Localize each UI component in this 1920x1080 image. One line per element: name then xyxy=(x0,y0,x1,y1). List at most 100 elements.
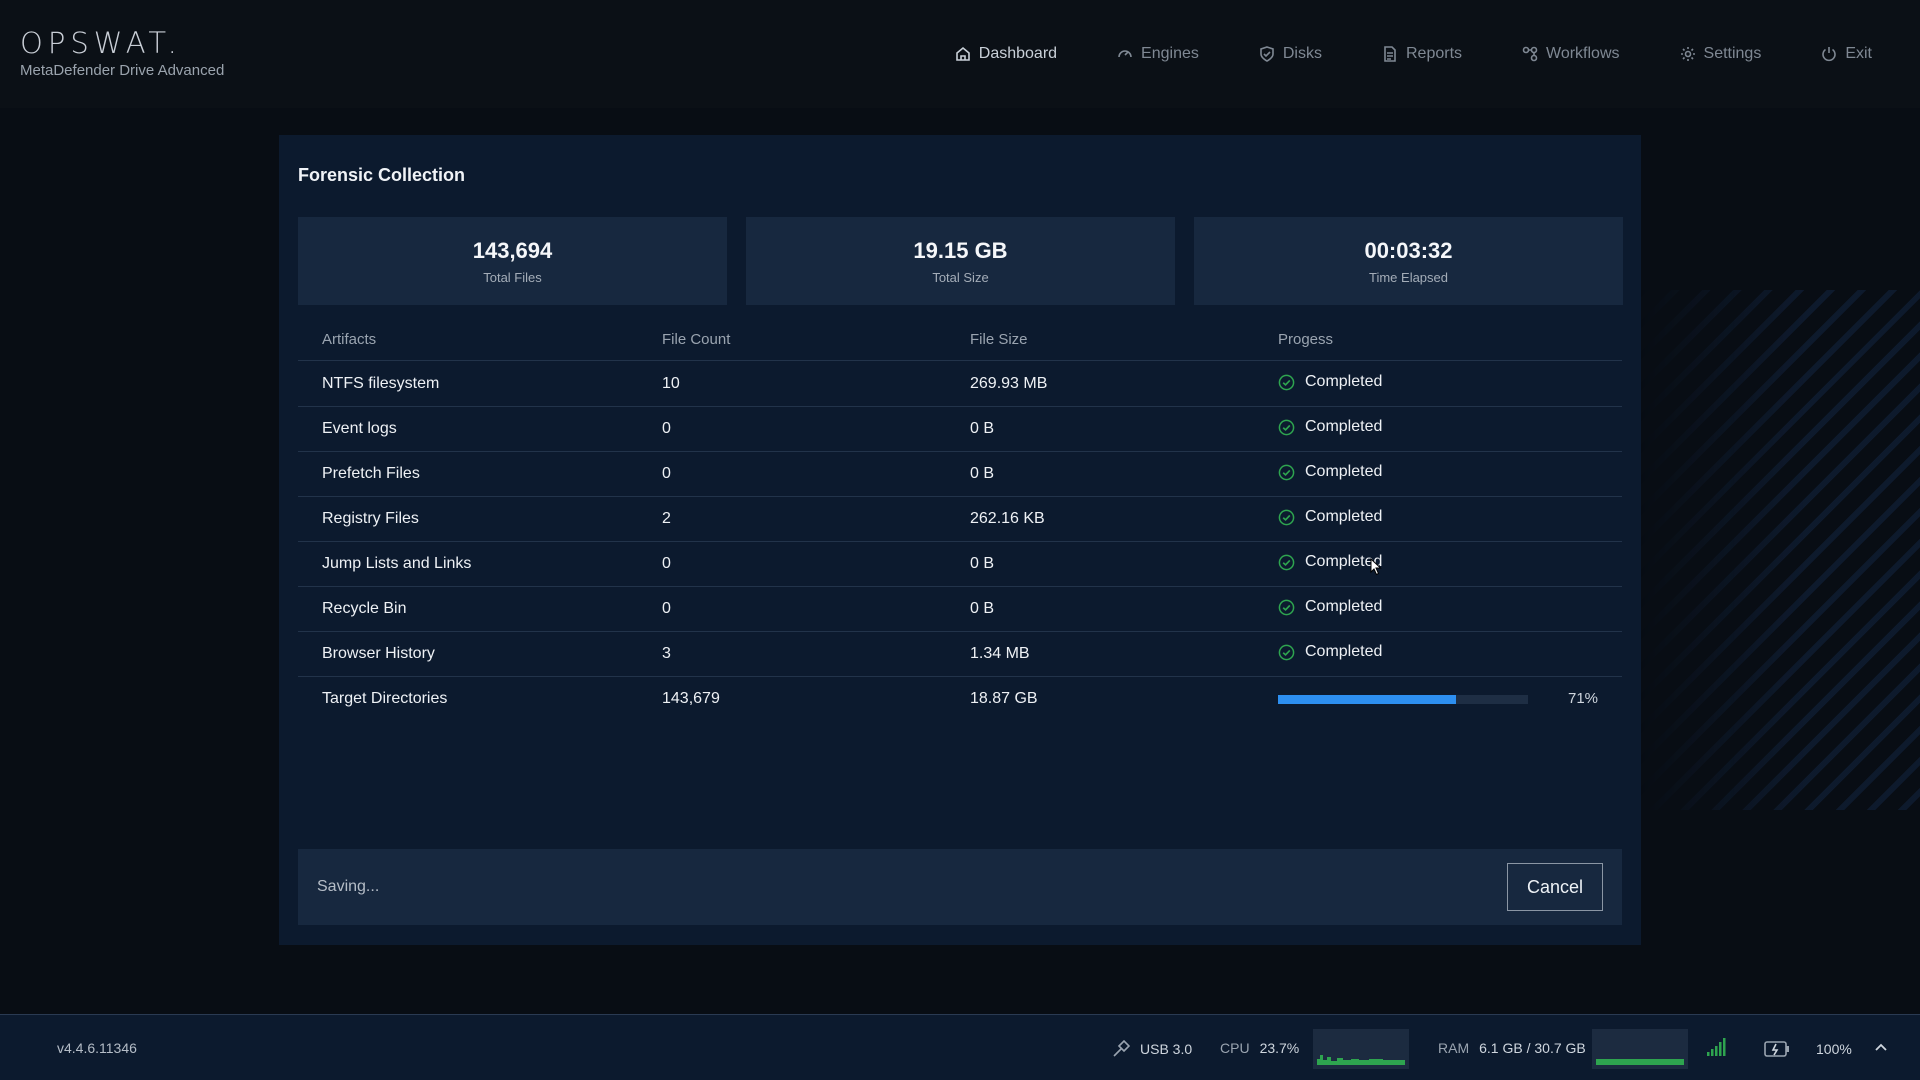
nav-settings[interactable]: Settings xyxy=(1680,45,1762,63)
stat-label: Total Files xyxy=(483,269,542,285)
battery-percent: 100% xyxy=(1816,1041,1852,1057)
top-header: OPSWAT. MetaDefender Drive Advanced Dash… xyxy=(0,0,1920,108)
cancel-button[interactable]: Cancel xyxy=(1507,863,1603,911)
ram-value: 6.1 GB / 30.7 GB xyxy=(1479,1040,1586,1056)
status-text: Completed xyxy=(1305,598,1383,615)
stat-time-elapsed: 00:03:32 Time Elapsed xyxy=(1194,217,1623,305)
progress-percent: 71% xyxy=(1568,690,1599,707)
stat-value: 19.15 GB xyxy=(913,237,1008,263)
check-circle-icon xyxy=(1278,464,1295,480)
table-row: Event logs 0 0 B Completed xyxy=(298,407,1622,452)
nav-label: Reports xyxy=(1405,45,1463,62)
table-row: NTFS filesystem 10 269.93 MB Completed xyxy=(298,362,1622,407)
nav-workflows[interactable]: Workflows xyxy=(1522,45,1620,63)
stat-label: Total Size xyxy=(932,269,989,285)
status-text: Completed xyxy=(1305,508,1383,525)
check-circle-icon xyxy=(1278,419,1295,435)
status-bar: v4.4.6.11346 USB 3.0 CPU 23.7% RAM 6.1 G… xyxy=(0,1014,1920,1080)
status-completed: Completed xyxy=(1278,553,1382,571)
file-count: 2 xyxy=(662,510,671,527)
stat-total-size: 19.15 GB Total Size xyxy=(746,217,1175,305)
cpu-value: 23.7% xyxy=(1259,1040,1300,1056)
status-completed: Completed xyxy=(1278,463,1382,481)
progress-fill xyxy=(1278,695,1456,704)
background-stripes xyxy=(1640,290,1920,810)
nav-label: Settings xyxy=(1703,45,1762,62)
document-icon xyxy=(1384,46,1396,62)
mouse-cursor-icon xyxy=(1370,558,1382,576)
artifact-name: Target Directories xyxy=(322,690,448,707)
home-icon xyxy=(955,46,970,61)
ram-label: RAM xyxy=(1438,1040,1470,1056)
file-size: 0 B xyxy=(970,420,995,437)
usb-icon xyxy=(1113,1040,1130,1057)
nav-label: Exit xyxy=(1845,45,1872,62)
action-bar: Saving... Cancel xyxy=(298,849,1622,925)
table-row: Jump Lists and Links 0 0 B Completed xyxy=(298,542,1622,587)
progress-bar xyxy=(1278,695,1528,704)
nav-disks[interactable]: Disks xyxy=(1259,45,1322,63)
nav-engines[interactable]: Engines xyxy=(1117,45,1199,63)
chevron-up-icon[interactable] xyxy=(1874,1041,1888,1053)
forensic-collection-panel: Forensic Collection 143,694 Total Files … xyxy=(279,135,1641,945)
main-nav: Dashboard Engines Disks Reports Workflow… xyxy=(955,0,1920,108)
file-size: 0 B xyxy=(970,600,995,617)
column-header-artifacts: Artifacts xyxy=(322,331,377,348)
artifact-name: Event logs xyxy=(322,420,397,437)
cpu-status: CPU 23.7% xyxy=(1220,1040,1299,1056)
stat-value: 00:03:32 xyxy=(1364,237,1453,263)
file-size: 1.34 MB xyxy=(970,645,1030,662)
table-header: Artifacts File Count File Size Progess xyxy=(298,323,1622,361)
cpu-graph xyxy=(1313,1029,1409,1069)
nav-label: Disks xyxy=(1282,45,1322,62)
nav-label: Dashboard xyxy=(978,45,1058,62)
usb-label: USB 3.0 xyxy=(1140,1041,1193,1057)
artifact-name: Jump Lists and Links xyxy=(322,555,472,572)
nav-exit[interactable]: Exit xyxy=(1821,45,1872,63)
status-completed: Completed xyxy=(1278,508,1382,526)
file-count: 3 xyxy=(662,645,671,662)
product-name: MetaDefender Drive Advanced xyxy=(20,62,225,79)
status-completed: Completed xyxy=(1278,598,1382,616)
status-completed: Completed xyxy=(1278,418,1382,436)
file-count: 0 xyxy=(662,465,671,482)
status-completed: Completed xyxy=(1278,643,1382,661)
status-text: Completed xyxy=(1305,373,1383,390)
saving-status: Saving... xyxy=(317,878,380,895)
battery-charging-icon xyxy=(1764,1041,1789,1057)
file-count: 143,679 xyxy=(662,690,720,707)
stat-value: 143,694 xyxy=(472,237,553,263)
check-circle-icon xyxy=(1278,509,1295,525)
artifact-name: Registry Files xyxy=(322,510,419,527)
shield-check-icon xyxy=(1260,46,1274,62)
check-circle-icon xyxy=(1278,599,1295,615)
check-circle-icon xyxy=(1278,644,1295,660)
power-icon xyxy=(1822,47,1837,62)
file-size: 0 B xyxy=(970,465,995,482)
file-count: 10 xyxy=(662,375,680,392)
file-count: 0 xyxy=(662,420,671,437)
nav-dashboard[interactable]: Dashboard xyxy=(955,45,1057,63)
nav-reports[interactable]: Reports xyxy=(1382,45,1462,63)
file-size: 18.87 GB xyxy=(970,690,1038,707)
status-completed: Completed xyxy=(1278,373,1382,391)
stat-total-files: 143,694 Total Files xyxy=(298,217,727,305)
panel-title: Forensic Collection xyxy=(298,165,466,185)
artifact-name: NTFS filesystem xyxy=(322,375,440,392)
table-row: Browser History 3 1.34 MB Completed xyxy=(298,632,1622,677)
table-row: Recycle Bin 0 0 B Completed xyxy=(298,587,1622,632)
check-circle-icon xyxy=(1278,554,1295,570)
table-row: Prefetch Files 0 0 B Completed xyxy=(298,452,1622,497)
stats-row: 143,694 Total Files 19.15 GB Total Size … xyxy=(298,217,1623,305)
file-size: 269.93 MB xyxy=(970,375,1048,392)
logo-wordmark: OPSWAT. xyxy=(20,26,182,60)
column-header-file-count: File Count xyxy=(662,331,731,348)
file-size: 262.16 KB xyxy=(970,510,1045,527)
status-text: Completed xyxy=(1305,418,1383,435)
signal-icon xyxy=(1707,1038,1726,1056)
status-text: Completed xyxy=(1305,463,1383,480)
battery-status: 100% xyxy=(1764,1040,1852,1058)
logo: OPSWAT. MetaDefender Drive Advanced xyxy=(20,26,224,79)
ram-graph xyxy=(1592,1029,1688,1069)
usb-status: USB 3.0 xyxy=(1112,1040,1192,1058)
